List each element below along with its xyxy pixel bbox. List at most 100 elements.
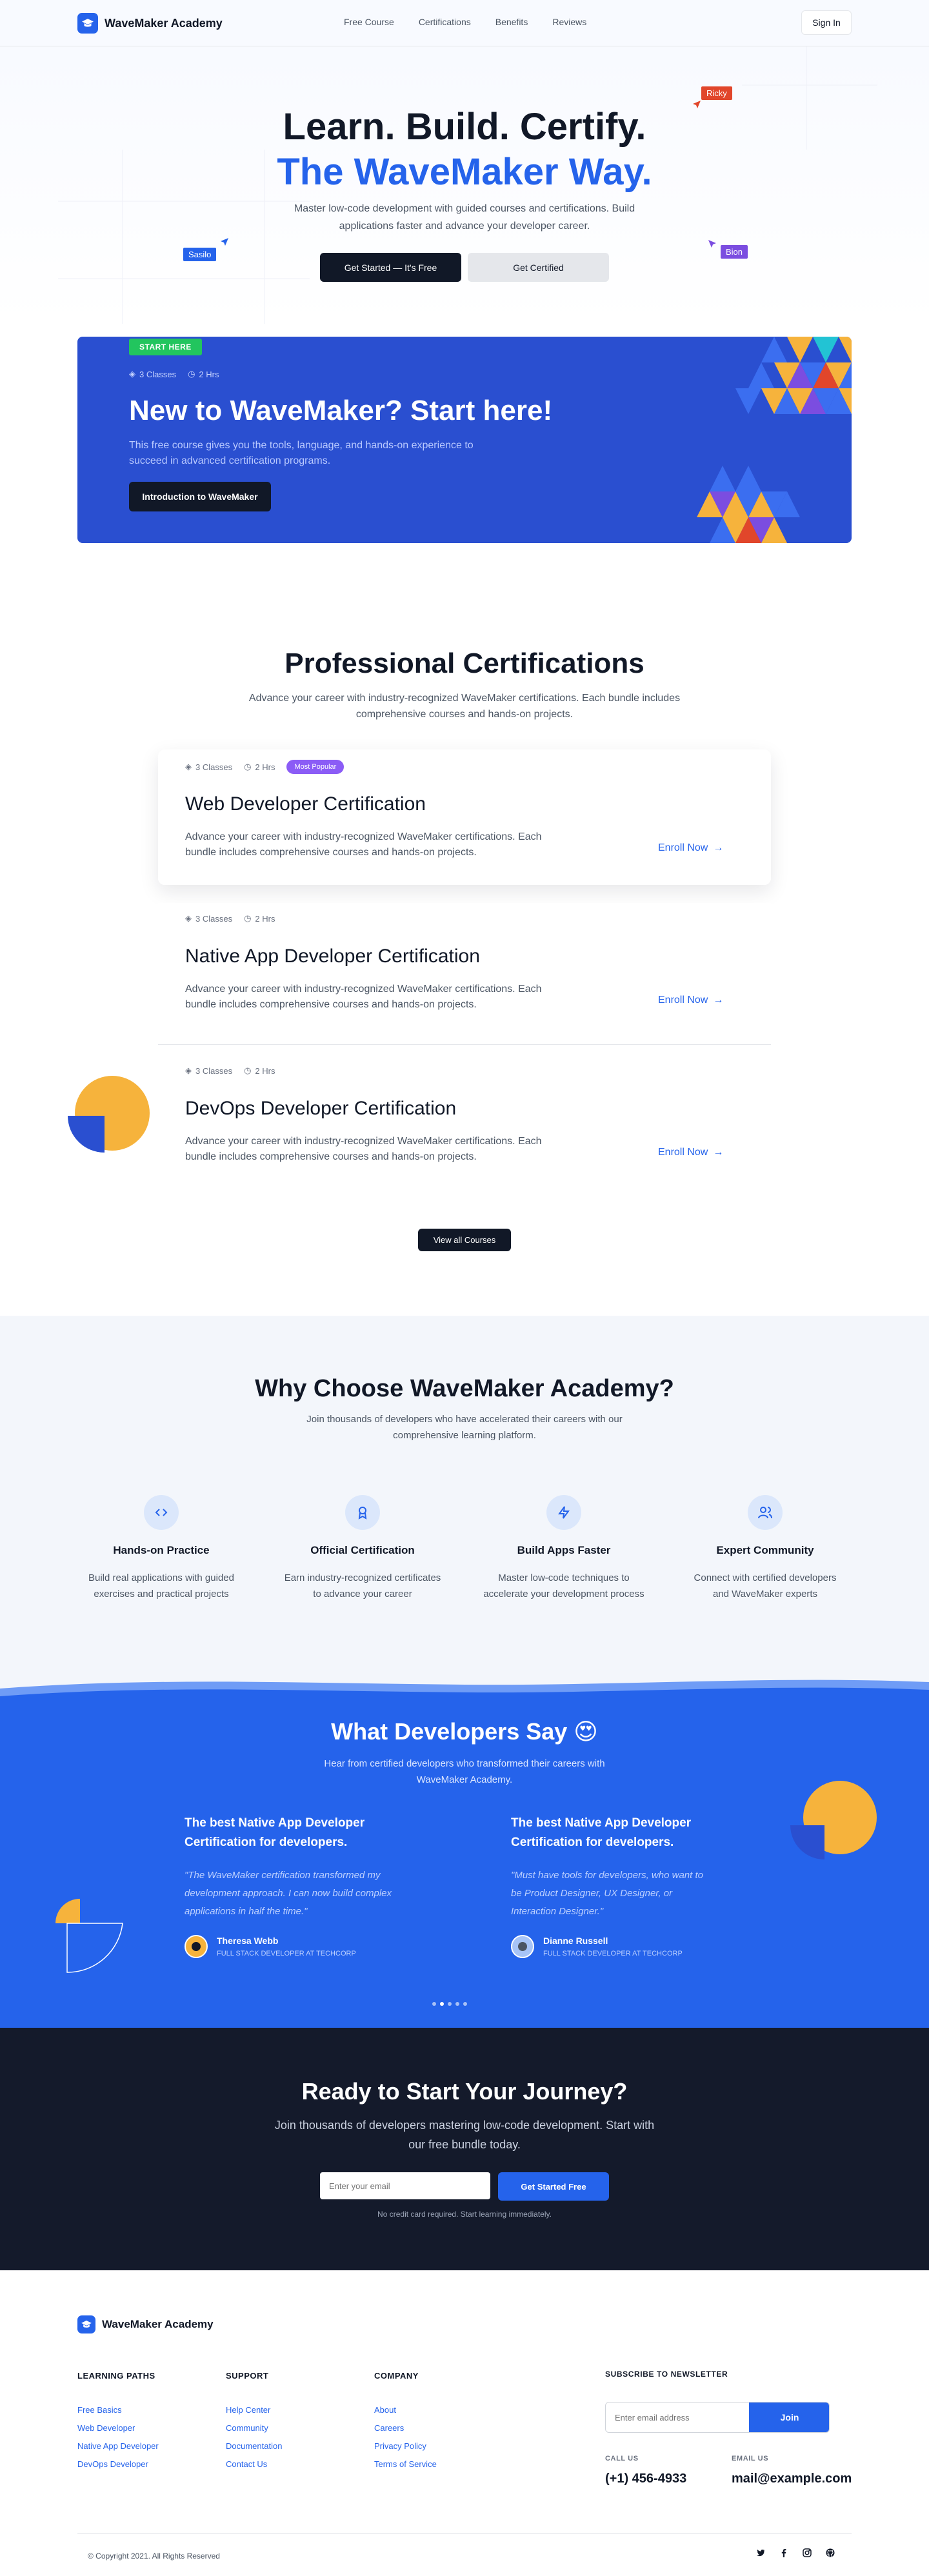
cert-description: Advance your career with industry-recogn… bbox=[185, 831, 542, 858]
sign-in-button[interactable]: Sign In bbox=[801, 10, 852, 35]
newsletter-join-button[interactable]: Join bbox=[749, 2403, 829, 2432]
cursor-arrow-icon bbox=[219, 237, 230, 250]
cert-meta: ◈ 3 Classes ◷ 2 Hrs bbox=[185, 913, 275, 924]
footer-column-company: COMPANY About Careers Privacy Policy Ter… bbox=[374, 2371, 437, 2469]
testimonials-title: What Developers Say 😍 bbox=[331, 1718, 598, 1745]
footer-link[interactable]: Native App Developer bbox=[77, 2441, 159, 2451]
layers-icon: ◈ bbox=[185, 762, 192, 771]
brand-logo[interactable]: WaveMaker Academy bbox=[77, 13, 223, 34]
intro-course-button[interactable]: Introduction to WaveMaker bbox=[129, 482, 271, 511]
shapes-decoration bbox=[68, 1076, 150, 1153]
feature-certification: Official Certification Earn industry-rec… bbox=[275, 1495, 450, 1602]
why-subtitle: Join thousands of developers who have ac… bbox=[306, 1414, 623, 1441]
hero-title-line1: Learn. Build. Certify. bbox=[283, 106, 646, 148]
testimonial-card: The best Native App Developer Certificati… bbox=[185, 1814, 417, 1958]
award-icon bbox=[345, 1495, 380, 1530]
brand-name: WaveMaker Academy bbox=[105, 16, 223, 30]
nav-link-benefits[interactable]: Benefits bbox=[495, 17, 528, 27]
layers-icon: ◈ bbox=[185, 1065, 192, 1075]
testimonial-quote: "The WaveMaker certification transformed… bbox=[185, 1870, 392, 1917]
banner-title: New to WaveMaker? Start here! bbox=[129, 395, 553, 426]
avatar bbox=[185, 1935, 208, 1958]
social-links bbox=[756, 2548, 835, 2561]
github-icon[interactable] bbox=[826, 2548, 835, 2561]
footer-link[interactable]: Help Center bbox=[226, 2405, 282, 2415]
phone-number[interactable]: (+1) 456-4933 bbox=[605, 2472, 686, 2486]
code-icon bbox=[144, 1495, 179, 1530]
footer-link[interactable]: About bbox=[374, 2405, 437, 2415]
footer-column-support: SUPPORT Help Center Community Documentat… bbox=[226, 2371, 283, 2469]
free-course-banner: START HERE ◈ 3 Classes ◷ 2 Hrs New to Wave… bbox=[77, 337, 852, 543]
newsletter-title: SUBSCRIBE TO NEWSLETTER bbox=[605, 2370, 728, 2379]
certifications-subtitle: Advance your career with industry-recogn… bbox=[248, 693, 681, 720]
enroll-now-link[interactable]: Enroll Now → bbox=[658, 995, 723, 1006]
nav-link-reviews[interactable]: Reviews bbox=[552, 17, 586, 27]
users-icon bbox=[748, 1495, 783, 1530]
footer-link[interactable]: Free Basics bbox=[77, 2405, 159, 2415]
carousel-dot[interactable] bbox=[448, 2002, 452, 2006]
footer-link[interactable]: Careers bbox=[374, 2423, 437, 2433]
cursor-arrow-icon bbox=[692, 99, 702, 113]
layers-icon: ◈ bbox=[185, 913, 192, 923]
avatar bbox=[511, 1935, 534, 1958]
enroll-now-link[interactable]: Enroll Now → bbox=[658, 842, 723, 854]
facebook-icon[interactable] bbox=[779, 2548, 788, 2561]
feature-hands-on: Hands-on Practice Build real application… bbox=[74, 1495, 248, 1602]
carousel-dot[interactable] bbox=[463, 2002, 467, 2006]
cert-card-native[interactable]: ◈ 3 Classes ◷ 2 Hrs Native App Developer C… bbox=[158, 903, 771, 1045]
get-certified-button[interactable]: Get Certified bbox=[468, 253, 609, 282]
feature-build-faster: Build Apps Faster Master low-code techni… bbox=[477, 1495, 651, 1602]
nav-link-free-course[interactable]: Free Course bbox=[344, 17, 394, 27]
footer-link[interactable]: Documentation bbox=[226, 2441, 282, 2451]
clock-icon: ◷ bbox=[244, 1065, 252, 1075]
clock-icon: ◷ bbox=[188, 369, 195, 379]
cert-meta: ◈ 3 Classes ◷ 2 Hrs Most Popular bbox=[185, 760, 345, 774]
testimonial-quote: "Must have tools for developers, who wan… bbox=[511, 1870, 703, 1917]
footer-brand-logo[interactable]: WaveMaker Academy bbox=[77, 2315, 214, 2333]
author-role: FULL STACK DEVELOPER AT TECHCORP bbox=[217, 1950, 356, 1957]
clock-icon: ◷ bbox=[244, 762, 252, 771]
arrow-right-icon: → bbox=[713, 995, 724, 1006]
newsletter-email-input[interactable] bbox=[606, 2403, 748, 2432]
lightning-icon bbox=[546, 1495, 581, 1530]
cert-card-devops[interactable]: ◈ 3 Classes ◷ 2 Hrs DevOps Developer Certi… bbox=[158, 1055, 771, 1191]
certifications-title: Professional Certifications bbox=[285, 648, 644, 679]
cursor-tag-ricky: Ricky bbox=[701, 86, 732, 100]
get-started-free-button[interactable]: Get Started Free bbox=[498, 2172, 609, 2201]
cert-title: Web Developer Certification bbox=[185, 793, 426, 815]
cert-title: Native App Developer Certification bbox=[185, 946, 480, 967]
footer-column-learning: LEARNING PATHS Free Basics Web Developer… bbox=[77, 2371, 159, 2469]
cursor-tag-sasilo: Sasilo bbox=[183, 248, 217, 261]
main-nav: Free Course Certifications Benefits Revi… bbox=[344, 17, 586, 27]
start-here-badge: START HERE bbox=[129, 339, 202, 355]
footer-link[interactable]: DevOps Developer bbox=[77, 2459, 159, 2469]
instagram-icon[interactable] bbox=[803, 2548, 812, 2561]
why-title: Why Choose WaveMaker Academy? bbox=[255, 1375, 674, 1402]
enroll-now-link[interactable]: Enroll Now → bbox=[658, 1147, 723, 1158]
most-popular-badge: Most Popular bbox=[286, 760, 345, 774]
author-name: Theresa Webb bbox=[217, 1936, 279, 1946]
footer-link[interactable]: Community bbox=[226, 2423, 282, 2433]
carousel-dot[interactable] bbox=[455, 2002, 459, 2006]
cert-meta: ◈ 3 Classes ◷ 2 Hrs bbox=[185, 1065, 275, 1076]
arrow-right-icon: → bbox=[713, 1147, 724, 1158]
footer-link[interactable]: Web Developer bbox=[77, 2423, 159, 2433]
banner-meta: ◈ 3 Classes ◷ 2 Hrs bbox=[129, 369, 219, 379]
carousel-dot[interactable] bbox=[432, 2002, 436, 2006]
call-us-label: CALL US bbox=[605, 2455, 639, 2462]
email-address[interactable]: mail@example.com bbox=[732, 2472, 852, 2486]
hero-title-line2: The WaveMaker Way. bbox=[277, 151, 652, 193]
footer-link[interactable]: Privacy Policy bbox=[374, 2441, 437, 2451]
feature-community: Expert Community Connect with certified … bbox=[678, 1495, 852, 1602]
carousel-dot[interactable] bbox=[440, 2002, 444, 2006]
twitter-icon[interactable] bbox=[756, 2548, 765, 2561]
footer-link[interactable]: Contact Us bbox=[226, 2459, 282, 2469]
cert-card-web[interactable]: ◈ 3 Classes ◷ 2 Hrs Most Popular Web Devel… bbox=[158, 749, 771, 885]
graduation-cap-icon bbox=[77, 2315, 95, 2333]
footer-link[interactable]: Terms of Service bbox=[374, 2459, 437, 2469]
cta-email-input[interactable] bbox=[320, 2172, 490, 2199]
shapes-decoration bbox=[55, 1899, 123, 1973]
get-started-button[interactable]: Get Started — It's Free bbox=[320, 253, 461, 282]
view-all-courses-button[interactable]: View all Courses bbox=[418, 1229, 511, 1251]
nav-link-certifications[interactable]: Certifications bbox=[419, 17, 471, 27]
